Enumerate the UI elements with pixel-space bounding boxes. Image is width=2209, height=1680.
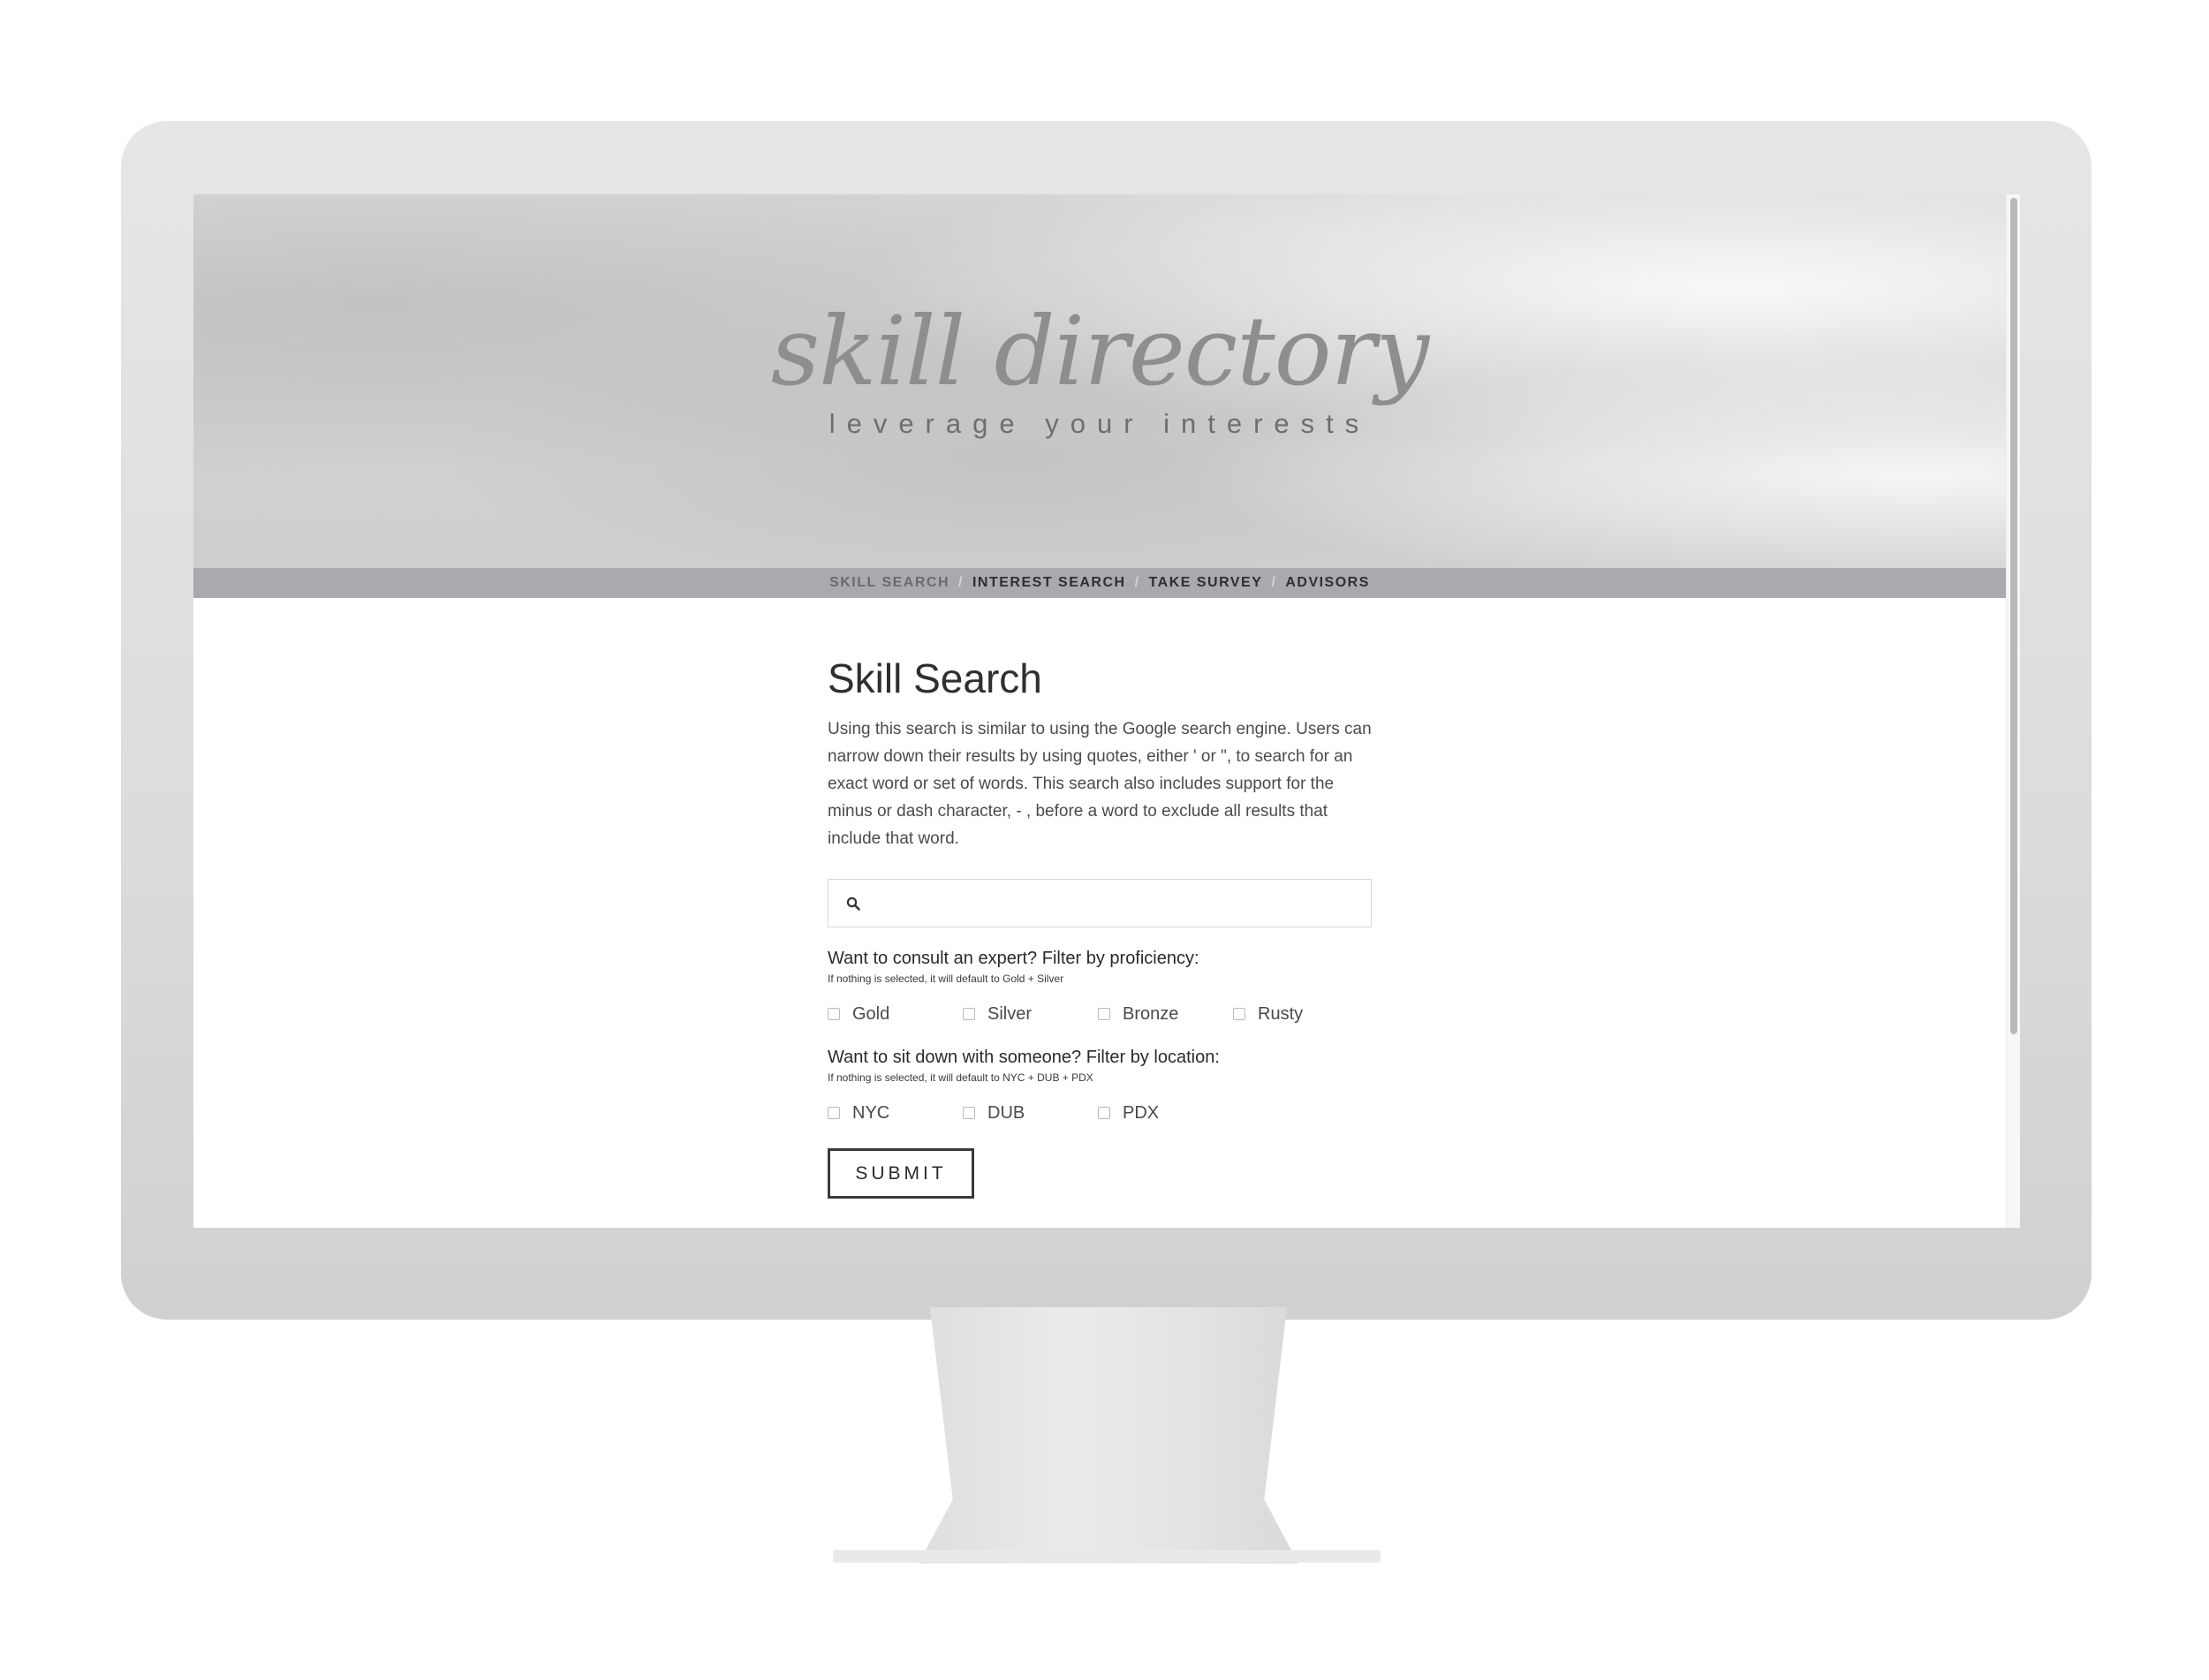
page-title: Skill Search xyxy=(828,655,1042,701)
proficiency-options: Gold Silver Bronze Rusty xyxy=(828,1002,1375,1026)
checkbox-box[interactable] xyxy=(963,1008,975,1020)
screen: skill directory leverage your interests … xyxy=(193,194,2020,1228)
nav-separator: / xyxy=(1271,575,1277,590)
checkbox-box[interactable] xyxy=(1098,1008,1110,1020)
header-banner: skill directory leverage your interests xyxy=(193,194,2006,568)
checkbox-silver[interactable]: Silver xyxy=(963,1004,1098,1025)
checkbox-label: Gold xyxy=(852,1003,890,1024)
search-box[interactable] xyxy=(828,879,1372,928)
proficiency-filter-note: If nothing is selected, it will default … xyxy=(828,972,1064,985)
location-filter-note: If nothing is selected, it will default … xyxy=(828,1071,1093,1084)
nav-item-advisors[interactable]: ADVISORS xyxy=(1285,575,1370,591)
search-icon xyxy=(846,897,860,911)
nav-item-interest-search[interactable]: INTEREST SEARCH xyxy=(972,575,1126,591)
checkbox-label: DUB xyxy=(987,1102,1025,1123)
checkbox-box[interactable] xyxy=(828,1008,840,1020)
checkbox-gold[interactable]: Gold xyxy=(828,1004,963,1025)
nav-separator: / xyxy=(958,575,964,590)
checkbox-bronze[interactable]: Bronze xyxy=(1098,1004,1233,1025)
checkbox-label: Bronze xyxy=(1123,1003,1179,1024)
nav-separator: / xyxy=(1134,575,1140,590)
nav-item-skill-search[interactable]: SKILL SEARCH xyxy=(829,575,949,591)
checkbox-nyc[interactable]: NYC xyxy=(828,1103,963,1124)
checkbox-label: Rusty xyxy=(1258,1003,1304,1024)
checkbox-box[interactable] xyxy=(963,1107,975,1119)
location-filter-label: Want to sit down with someone? Filter by… xyxy=(828,1048,1220,1067)
site-tagline: leverage your interests xyxy=(828,408,1371,439)
checkbox-pdx[interactable]: PDX xyxy=(1098,1103,1233,1124)
checkbox-dub[interactable]: DUB xyxy=(963,1103,1098,1124)
checkbox-label: NYC xyxy=(852,1102,890,1123)
checkbox-box[interactable] xyxy=(1233,1008,1245,1020)
checkbox-label: Silver xyxy=(987,1003,1033,1024)
monitor-stand-base xyxy=(833,1550,1381,1563)
main-content: Skill Search Using this search is simila… xyxy=(828,654,1375,1199)
scrollbar[interactable] xyxy=(2006,194,2020,1228)
checkbox-label: PDX xyxy=(1123,1102,1160,1123)
scrollbar-thumb[interactable] xyxy=(2010,198,2017,1034)
monitor-stand xyxy=(919,1307,1298,1563)
search-instructions: Using this search is similar to using th… xyxy=(828,720,1372,848)
proficiency-filter-label: Want to consult an expert? Filter by pro… xyxy=(828,949,1199,968)
nav-item-take-survey[interactable]: TAKE SURVEY xyxy=(1149,575,1263,591)
checkbox-rusty[interactable]: Rusty xyxy=(1233,1004,1368,1025)
site-title: skill directory xyxy=(770,297,1430,407)
checkbox-box[interactable] xyxy=(828,1107,840,1119)
submit-button[interactable]: SUBMIT xyxy=(828,1148,974,1199)
location-options: NYC DUB PDX xyxy=(828,1101,1375,1125)
search-input[interactable] xyxy=(874,880,1364,928)
main-nav: SKILL SEARCH / INTEREST SEARCH / TAKE SU… xyxy=(193,568,2006,598)
checkbox-box[interactable] xyxy=(1098,1107,1110,1119)
